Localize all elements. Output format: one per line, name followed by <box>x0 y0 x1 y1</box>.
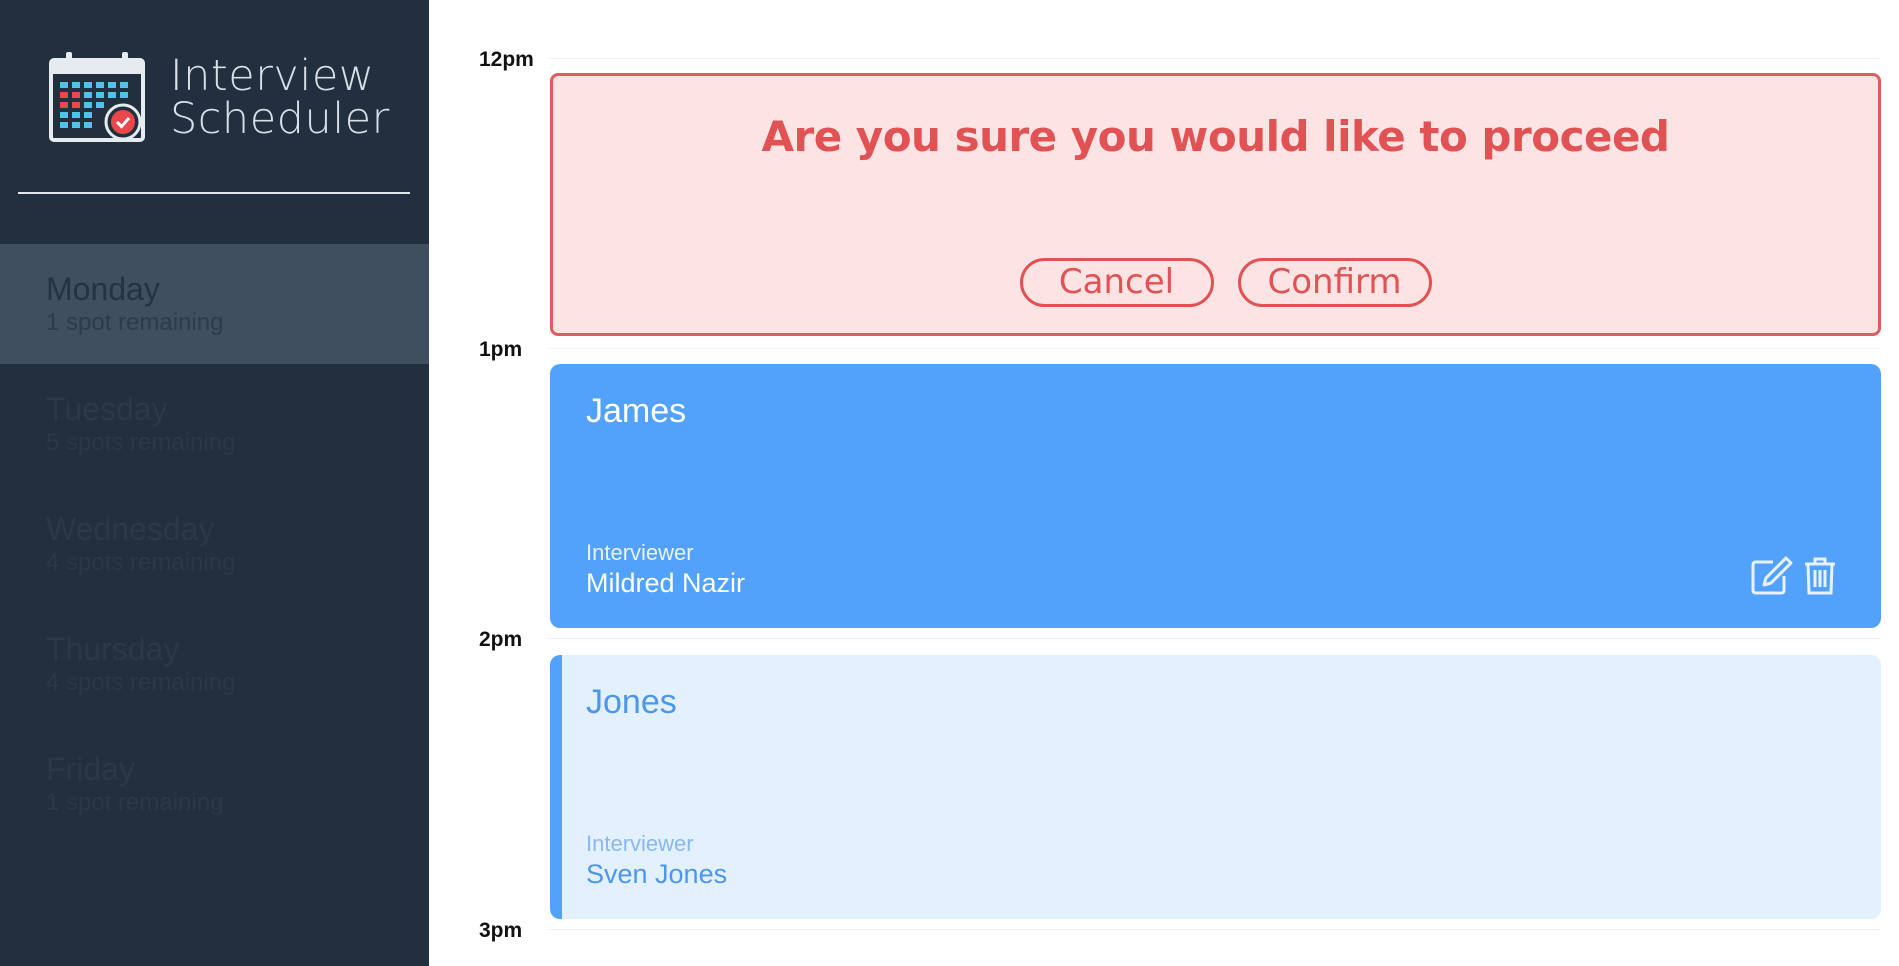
app-title: Interview Scheduler <box>170 55 390 141</box>
cancel-button[interactable]: Cancel <box>1019 258 1214 307</box>
interviewer-label: Interviewer <box>586 540 694 565</box>
day-name: Friday <box>46 751 135 787</box>
appointment-actions <box>1749 556 1847 596</box>
day-name: Tuesday <box>46 391 168 427</box>
calendar-logo-icon <box>49 52 145 142</box>
time-label: 2pm <box>479 628 523 651</box>
day-spots: 5 spots remaining <box>46 429 236 456</box>
day-item-friday[interactable]: Friday 1 spot remaining <box>0 724 429 844</box>
app-title-line1: Interview <box>170 51 375 101</box>
day-item-monday[interactable]: Monday 1 spot remaining <box>0 244 429 364</box>
confirm-button[interactable]: Confirm <box>1237 258 1432 307</box>
time-label: 12pm <box>479 48 534 71</box>
day-spots: 1 spot remaining <box>46 309 224 336</box>
time-divider <box>549 58 1881 59</box>
day-list: Monday 1 spot remaining Tuesday 5 spots … <box>0 244 429 844</box>
day-name: Monday <box>46 271 160 307</box>
interviewer-name: Mildred Nazir <box>586 568 746 598</box>
schedule: 12pm 1pm 2pm 3pm Are you sure you would … <box>429 0 1899 966</box>
day-name: Thursday <box>46 631 180 667</box>
day-item-thursday[interactable]: Thursday 4 spots remaining <box>0 604 429 724</box>
day-item-wednesday[interactable]: Wednesday 4 spots remaining <box>0 484 429 604</box>
time-label: 1pm <box>479 338 523 361</box>
interviewer-name: Sven Jones <box>586 859 728 889</box>
sidebar-divider <box>18 192 410 194</box>
trash-icon[interactable] <box>1803 556 1847 596</box>
sidebar: Interview Scheduler Monday 1 spot remain… <box>0 0 429 966</box>
confirm-dialog: Are you sure you would like to proceed C… <box>550 73 1881 336</box>
confirm-message: Are you sure you would like to proceed <box>761 112 1670 161</box>
day-spots: 4 spots remaining <box>46 549 236 576</box>
student-name: James <box>586 392 687 430</box>
appointment-card: James Interviewer Mildred Nazir <box>550 364 1881 628</box>
day-spots: 4 spots remaining <box>46 669 236 696</box>
time-divider <box>549 929 1881 930</box>
app-root: Interview Scheduler Monday 1 spot remain… <box>0 0 1899 966</box>
time-divider <box>549 638 1881 639</box>
student-name: Jones <box>586 683 677 721</box>
day-name: Wednesday <box>46 511 215 547</box>
edit-icon[interactable] <box>1749 556 1793 596</box>
time-divider <box>549 348 1881 349</box>
day-spots: 1 spot remaining <box>46 789 224 816</box>
time-label: 3pm <box>479 919 523 942</box>
brand: Interview Scheduler <box>48 52 390 144</box>
appointment-card: Jones Interviewer Sven Jones <box>550 655 1881 919</box>
day-item-tuesday[interactable]: Tuesday 5 spots remaining <box>0 364 429 484</box>
confirm-actions: Cancel Confirm <box>553 258 1878 307</box>
app-title-line2: Scheduler <box>170 94 390 144</box>
interviewer-label: Interviewer <box>586 831 694 856</box>
